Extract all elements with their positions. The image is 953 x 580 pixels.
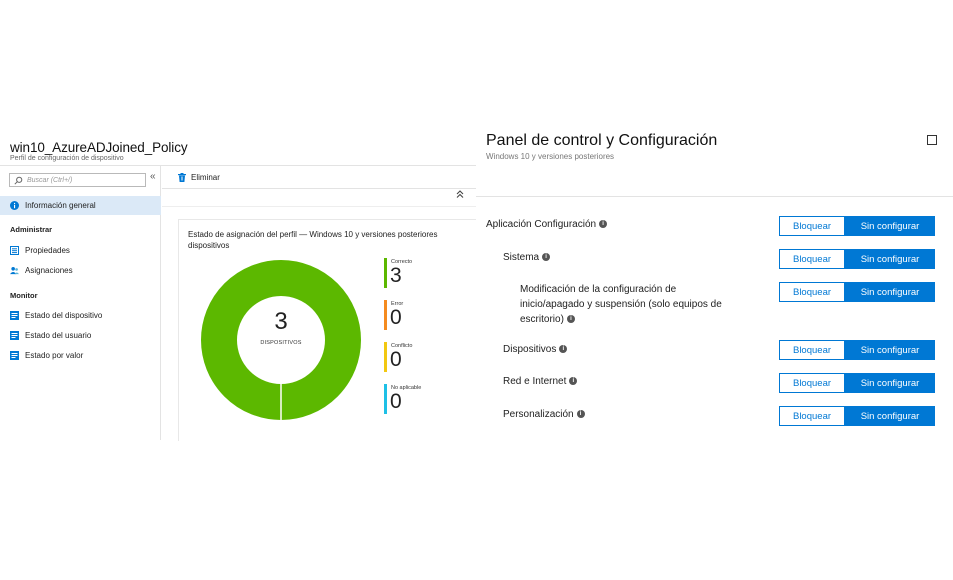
setting-text: escritorio) xyxy=(520,314,564,325)
users-icon xyxy=(10,266,19,275)
sidebar-item-label: Estado por valor xyxy=(25,351,84,360)
page-title: win10_AzureADJoined_Policy xyxy=(10,140,188,155)
setting-text: Dispositivos xyxy=(503,344,557,355)
donut-chart: 3 DISPOSITIVOS xyxy=(199,258,363,422)
legend-color-bar xyxy=(384,258,387,288)
legend-color-bar xyxy=(384,342,387,372)
search-input[interactable]: Buscar (Ctrl+/) xyxy=(9,173,146,187)
sidebar-item-label: Estado del dispositivo xyxy=(25,311,103,320)
profile-blade: win10_AzureADJoined_Policy Perfil de con… xyxy=(0,130,476,441)
block-button[interactable]: Bloquear xyxy=(779,340,845,360)
legend-color-bar xyxy=(384,300,387,330)
toggle-app-config: Bloquear Sin configurar xyxy=(779,216,935,236)
legend-value: 0 xyxy=(390,306,402,329)
delete-button[interactable]: Eliminar xyxy=(162,166,476,188)
legend-value: 3 xyxy=(390,264,402,287)
chevron-double-up-icon xyxy=(456,190,464,198)
info-icon[interactable]: i xyxy=(566,315,575,324)
delete-label: Eliminar xyxy=(191,172,220,182)
block-button[interactable]: Bloquear xyxy=(779,282,845,302)
sidebar-item-label: Información general xyxy=(25,201,96,210)
setting-text: Red e Internet xyxy=(503,376,567,387)
section-header-monitor: Monitor xyxy=(10,291,38,300)
toggle-system: Bloquear Sin configurar xyxy=(779,249,935,269)
not-configured-button[interactable]: Sin configurar xyxy=(845,406,935,426)
sidebar-item-label: Propiedades xyxy=(25,246,70,255)
setting-label-network: Red e Internet i xyxy=(503,374,578,389)
legend-item-conflict[interactable]: Conflicto 0 xyxy=(384,342,454,372)
divider xyxy=(162,206,476,207)
setting-label-app-config: Aplicación Configuración i xyxy=(486,217,608,232)
setting-text: inicio/apagado y suspensión (solo equipo… xyxy=(520,299,722,310)
legend-color-bar xyxy=(384,384,387,414)
legend-value: 0 xyxy=(390,390,402,413)
card-title: Estado de asignación del perfil — Window… xyxy=(188,230,438,250)
setting-text: Aplicación Configuración xyxy=(486,219,597,230)
divider xyxy=(476,196,953,197)
not-configured-button[interactable]: Sin configurar xyxy=(845,282,935,302)
sidebar: Buscar (Ctrl+/) « Información general Ad… xyxy=(0,166,161,440)
section-header-admin: Administrar xyxy=(10,225,53,234)
settings-blade: Panel de control y Configuración Windows… xyxy=(476,130,953,440)
sidebar-item-device-status[interactable]: Estado del dispositivo xyxy=(0,306,161,325)
legend-item-not-applicable[interactable]: No aplicable 0 xyxy=(384,384,454,414)
toggle-power: Bloquear Sin configurar xyxy=(779,282,935,302)
not-configured-button[interactable]: Sin configurar xyxy=(845,249,935,269)
collapse-sidebar-button[interactable]: « xyxy=(150,171,156,182)
search-icon xyxy=(14,176,23,185)
info-icon[interactable]: i xyxy=(599,220,608,229)
info-icon xyxy=(10,201,19,210)
maximize-button[interactable] xyxy=(927,135,937,145)
block-button[interactable]: Bloquear xyxy=(779,216,845,236)
sidebar-item-label: Estado del usuario xyxy=(25,331,92,340)
info-icon[interactable]: i xyxy=(576,410,585,419)
toggle-devices: Bloquear Sin configurar xyxy=(779,340,935,360)
sidebar-item-properties[interactable]: Propiedades xyxy=(0,241,161,260)
sidebar-item-per-setting-status[interactable]: Estado por valor xyxy=(0,346,161,365)
status-icon xyxy=(10,351,19,360)
sidebar-item-assignments[interactable]: Asignaciones xyxy=(0,261,161,280)
info-icon[interactable]: i xyxy=(559,345,568,354)
legend-item-error[interactable]: Error 0 xyxy=(384,300,454,330)
setting-label-personalization: Personalización i xyxy=(503,407,585,422)
trash-icon xyxy=(178,172,186,182)
not-configured-button[interactable]: Sin configurar xyxy=(845,373,935,393)
block-button[interactable]: Bloquear xyxy=(779,249,845,269)
donut-total-label: DISPOSITIVOS xyxy=(260,340,302,346)
sidebar-item-label: Asignaciones xyxy=(25,266,73,275)
divider xyxy=(162,188,476,189)
setting-label-system: Sistema i xyxy=(503,250,551,265)
assignment-status-card[interactable]: Estado de asignación del perfil — Window… xyxy=(178,219,476,441)
info-icon[interactable]: i xyxy=(569,377,578,386)
not-configured-button[interactable]: Sin configurar xyxy=(845,340,935,360)
sidebar-item-overview[interactable]: Información general xyxy=(0,196,161,215)
setting-label-power: Modificación de la configuración de inic… xyxy=(520,282,770,327)
block-button[interactable]: Bloquear xyxy=(779,373,845,393)
status-icon xyxy=(10,311,19,320)
status-icon xyxy=(10,331,19,340)
setting-text: Personalización xyxy=(503,409,574,420)
toggle-personalization: Bloquear Sin configurar xyxy=(779,406,935,426)
main-content: Eliminar Estado de asignación del perfil… xyxy=(162,166,476,441)
toggle-network: Bloquear Sin configurar xyxy=(779,373,935,393)
page-subtitle: Perfil de configuración de dispositivo xyxy=(10,155,124,162)
settings-subtitle: Windows 10 y versiones posteriores xyxy=(486,152,615,161)
sidebar-item-user-status[interactable]: Estado del usuario xyxy=(0,326,161,345)
setting-text: Sistema xyxy=(503,252,540,263)
collapse-essentials-button[interactable] xyxy=(456,190,464,200)
not-configured-button[interactable]: Sin configurar xyxy=(845,216,935,236)
info-icon[interactable]: i xyxy=(542,253,551,262)
settings-title: Panel de control y Configuración xyxy=(486,132,718,149)
block-button[interactable]: Bloquear xyxy=(779,406,845,426)
legend-item-success[interactable]: Correcto 3 xyxy=(384,258,454,288)
legend-value: 0 xyxy=(390,348,402,371)
setting-text: Modificación de la configuración de xyxy=(520,284,677,295)
donut-total: 3 xyxy=(274,308,288,335)
setting-label-devices: Dispositivos i xyxy=(503,342,568,357)
properties-icon xyxy=(10,246,19,255)
search-placeholder: Buscar (Ctrl+/) xyxy=(27,176,73,184)
